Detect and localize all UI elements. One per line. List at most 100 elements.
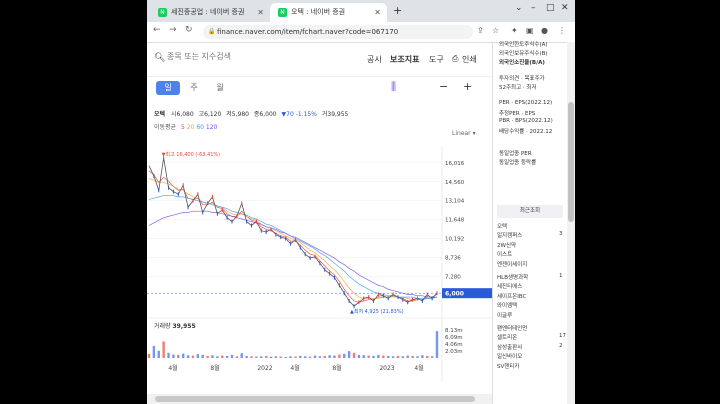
horizontal-scroll-thumb[interactable] <box>155 396 475 402</box>
close-window-button[interactable]: ✕ <box>561 3 569 13</box>
recent-item[interactable]: 세이프온IBC <box>497 292 526 300</box>
volume-bar <box>152 345 156 358</box>
recent-item[interactable]: 일지캠퍼스 <box>497 231 522 239</box>
page-content: 🔍︎ 공시 보조지표 도구 ⎙ 인쇄 일 주 월 ⫼ − + 오텍 시6,080… <box>147 42 575 404</box>
url-field[interactable]: 🔒 finance.naver.com/item/fchart.naver?co… <box>203 25 473 39</box>
volume-bar <box>367 355 370 358</box>
ma-legend-label: 이동평균 <box>154 124 177 131</box>
open-value: 6,080 <box>176 111 194 118</box>
tab-otec[interactable]: N 오텍 : 네이버 증권 ✕ <box>270 3 387 22</box>
current-price-label: 6,000 <box>445 291 464 298</box>
more-menu-icon[interactable]: ⋮ <box>558 26 566 35</box>
volume-bar <box>279 356 282 358</box>
volume-legend: 거래량 39,955 <box>154 321 196 330</box>
ma-20[interactable]: 20 <box>187 124 195 131</box>
price-tick-label: 7,280 <box>445 275 461 281</box>
period-month-button[interactable]: 월 <box>213 81 227 95</box>
naver-favicon-icon: N <box>158 7 167 17</box>
recent-item[interactable]: 셀트리온 <box>497 333 517 341</box>
menu-indicator[interactable]: 보조지표 <box>390 54 419 65</box>
recent-item[interactable]: SV헨티카 <box>497 362 519 370</box>
industry-per: 동일업종 PER <box>499 151 532 157</box>
vertical-scrollbar[interactable] <box>567 42 575 404</box>
maximize-button[interactable]: □ <box>546 3 555 13</box>
ma-line-20 <box>148 178 438 301</box>
bookmark-star-icon[interactable]: ☆ <box>492 26 499 35</box>
volume-legend-value: 39,955 <box>172 323 196 330</box>
tab-recent[interactable]: 최근조회 <box>497 205 563 218</box>
new-tab-button[interactable]: + <box>393 4 402 17</box>
back-icon[interactable]: ← <box>153 25 161 35</box>
sidebar-icon[interactable]: ▣ <box>526 26 534 35</box>
candle-type-icon[interactable]: ⫼ <box>391 80 396 94</box>
reload-icon[interactable]: ↻ <box>185 25 193 35</box>
stock-name: 오텍 <box>154 111 166 118</box>
volume-bar <box>352 352 356 358</box>
volume-bar <box>430 356 434 358</box>
x-axis-label: 4월 <box>414 364 423 372</box>
tab-search-icon[interactable]: ⌄ <box>515 3 523 13</box>
menu-notice[interactable]: 공시 <box>367 54 382 65</box>
volume-tick-label: 2.03m <box>445 349 463 355</box>
search-input[interactable] <box>167 52 287 61</box>
vertical-scroll-thumb[interactable] <box>568 102 574 222</box>
volume-legend-label: 거래량 <box>154 323 171 330</box>
ma-60[interactable]: 60 <box>196 124 204 131</box>
ma-5[interactable]: 5 <box>181 124 185 131</box>
recent-item[interactable]: 2W신약 <box>497 241 516 249</box>
volume-bars <box>147 331 439 358</box>
tab-sejin[interactable]: N 세진중공업 : 네이버 증권 ✕ <box>150 3 270 22</box>
x-axis-label: 4월 <box>290 364 299 372</box>
x-axis-label: 8월 <box>332 364 341 372</box>
x-axis-labels: 4월 8월 2022 4월 8월 2023 4월 <box>168 364 423 372</box>
minimize-button[interactable]: – <box>531 3 536 13</box>
menu-print[interactable]: 인쇄 <box>462 54 477 65</box>
recent-item-count: 3 <box>559 231 563 238</box>
volume-bar <box>294 356 297 358</box>
x-axis-label: 8월 <box>210 364 219 372</box>
recent-item[interactable]: 삼성출판사 <box>497 343 522 351</box>
chart-annotations: ▼최고 16,400 (-63.41%) ▲최저 4,925 (21.83%) 6,… <box>147 151 492 315</box>
volume-bar <box>396 355 400 358</box>
volume-bar <box>338 354 341 358</box>
browser-window: N 세진중공업 : 네이버 증권 ✕ N 오텍 : 네이버 증권 ✕ + ⌄ – □… <box>147 0 575 404</box>
menu-tools[interactable]: 도구 <box>429 54 444 65</box>
volume-bar <box>225 355 229 358</box>
search-icon[interactable]: 🔍︎ <box>154 53 165 63</box>
recent-item[interactable]: 일신바이오 <box>497 352 522 360</box>
recent-item[interactable]: 이글루 <box>497 311 512 319</box>
volume-bar <box>157 350 160 358</box>
ma-120[interactable]: 120 <box>206 124 217 131</box>
recent-item[interactable]: HLB생명과학 <box>497 273 528 281</box>
print-icon[interactable]: ⎙ <box>452 54 458 64</box>
volume-bar <box>250 356 253 358</box>
scale-mode-dropdown[interactable]: Linear ▾ <box>452 130 476 137</box>
stock-chart[interactable]: 16,016 14,560 13,104 11,648 10,192 8,736 7,280… <box>147 146 492 386</box>
recent-item[interactable]: 세진티에스 <box>497 282 522 290</box>
recent-item[interactable]: 오텍 <box>497 222 507 230</box>
price-tick-label: 11,648 <box>445 218 465 224</box>
recent-item[interactable]: 이스트 <box>497 250 512 258</box>
zoom-out-icon[interactable]: − <box>439 80 448 93</box>
period-week-button[interactable]: 주 <box>187 81 201 95</box>
close-tab-icon[interactable]: ✕ <box>257 3 264 22</box>
volume-bar <box>416 356 419 358</box>
share-icon[interactable]: ⇪ <box>477 26 484 35</box>
recent-item[interactable]: 엔젠이세이지 <box>497 260 527 268</box>
volume-bar <box>181 353 185 358</box>
recent-item[interactable]: 와이엠텍 <box>497 301 517 309</box>
volume-bar <box>206 355 209 358</box>
low-annotation: ▲최저 4,925 (21.83%) <box>350 308 404 315</box>
extensions-icon[interactable]: ✦ <box>511 26 518 35</box>
close-tab-icon[interactable]: ✕ <box>374 3 381 22</box>
profile-avatar-icon[interactable]: ● <box>541 26 548 35</box>
period-day-button[interactable]: 일 <box>156 81 180 95</box>
zoom-in-icon[interactable]: + <box>463 80 472 93</box>
volume-bar <box>186 355 190 358</box>
volume-bar <box>328 355 331 358</box>
est-per-eps: 추정PER · EPS <box>499 111 536 117</box>
search-row: 🔍︎ 공시 보조지표 도구 ⎙ 인쇄 <box>147 42 492 77</box>
volume-bar <box>235 356 239 358</box>
recent-item[interactable]: 팬엔터테인먼 <box>497 324 527 332</box>
forward-icon[interactable]: → <box>169 25 177 35</box>
